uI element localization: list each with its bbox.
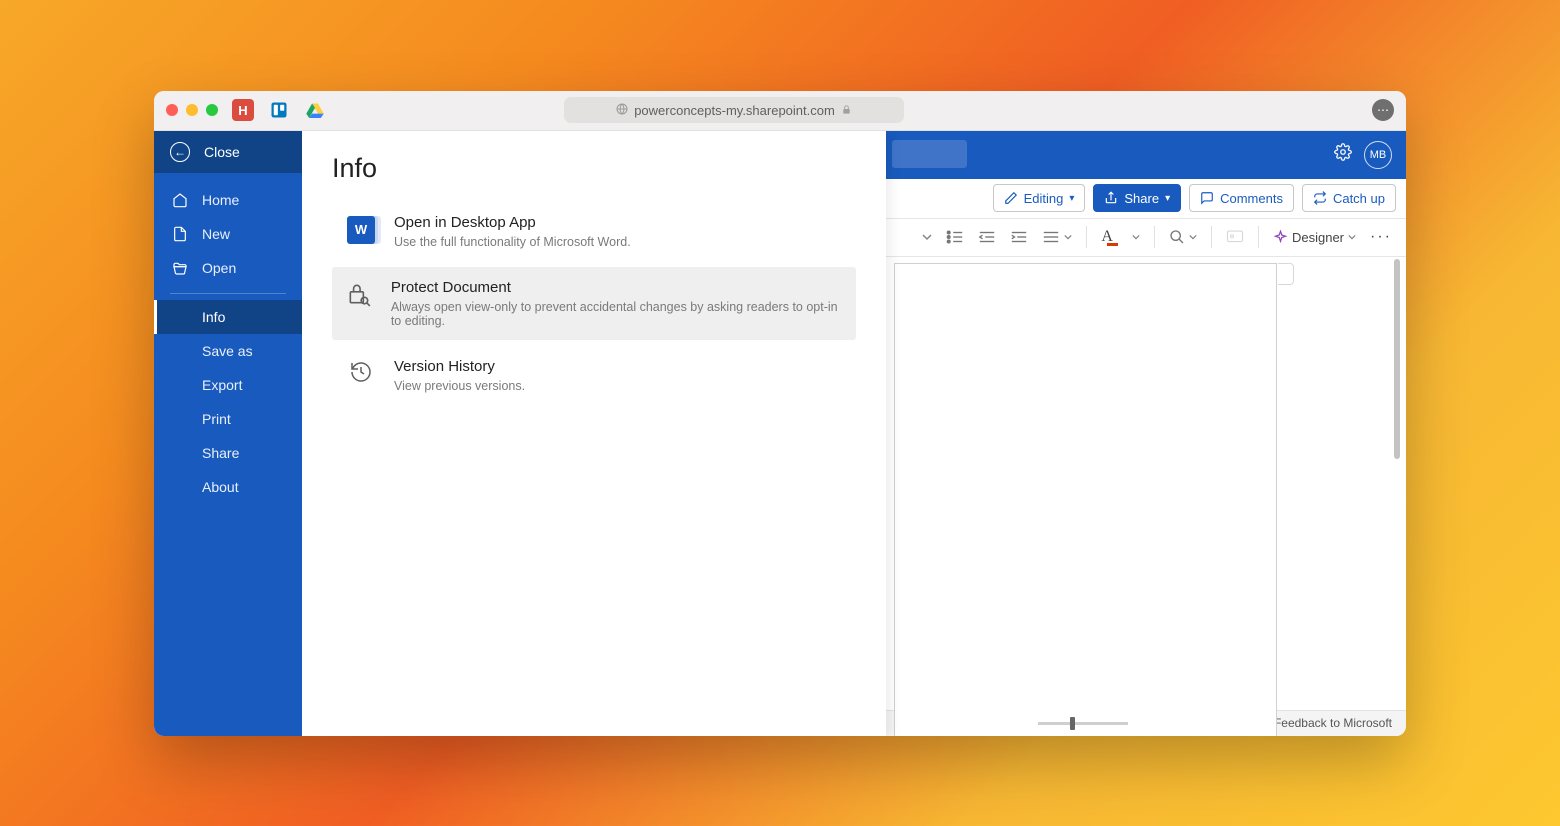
protect-document-card[interactable]: Protect Document Always open view-only t… <box>332 267 856 340</box>
ruler-tab[interactable] <box>1278 263 1294 285</box>
document-page[interactable] <box>894 263 1277 736</box>
nav-export[interactable]: Export <box>154 368 302 402</box>
url-text: powerconcepts-my.sharepoint.com <box>634 103 835 118</box>
backstage-content: Info W Open in Desktop App Use the full … <box>302 131 886 736</box>
nav-export-label: Export <box>202 377 242 393</box>
nav-open-label: Open <box>202 260 236 276</box>
nav-saveas-label: Save as <box>202 343 253 359</box>
nav-home[interactable]: Home <box>154 183 302 217</box>
designer-button[interactable]: Designer <box>1273 230 1356 245</box>
nav-save-as[interactable]: Save as <box>154 334 302 368</box>
nav-info-label: Info <box>202 309 225 325</box>
version-history-card[interactable]: Version History View previous versions. <box>332 346 856 405</box>
nav-separator <box>170 293 286 294</box>
backstage-panel: ← Close Home New Open <box>154 131 886 736</box>
history-desc: View previous versions. <box>394 379 525 393</box>
divider <box>1211 226 1212 248</box>
chevron-down-icon: ▾ <box>1069 193 1074 204</box>
history-icon <box>346 358 376 384</box>
comments-button[interactable]: Comments <box>1189 184 1294 212</box>
comments-label: Comments <box>1220 191 1283 206</box>
nav-home-label: Home <box>202 192 239 208</box>
page-actions-button[interactable]: ⋯ <box>1372 99 1394 121</box>
align-icon[interactable] <box>1042 229 1072 245</box>
open-desktop-desc: Use the full functionality of Microsoft … <box>394 235 631 249</box>
share-button[interactable]: Share ▾ <box>1093 184 1181 212</box>
history-title: Version History <box>394 358 525 375</box>
nav-new-label: New <box>202 226 230 242</box>
browser-toolbar: H powerconcepts-my.sharepoint.com ⋯ <box>154 91 1406 131</box>
zoom-slider[interactable] <box>1038 722 1128 725</box>
find-icon[interactable] <box>1169 229 1197 245</box>
catch-up-button[interactable]: Catch up <box>1302 184 1396 212</box>
nav-share-label: Share <box>202 445 239 461</box>
extension-drive-icon[interactable] <box>304 99 326 121</box>
file-icon <box>172 226 188 242</box>
nav-about-label: About <box>202 479 239 495</box>
safari-window: H powerconcepts-my.sharepoint.com ⋯ <box>154 91 1406 736</box>
lock-icon <box>841 103 852 118</box>
open-in-desktop-card[interactable]: W Open in Desktop App Use the full funct… <box>332 202 856 261</box>
extension-icon-h[interactable]: H <box>232 99 254 121</box>
divider <box>1258 226 1259 248</box>
nav-print[interactable]: Print <box>154 402 302 436</box>
word-app-icon: W <box>346 214 376 244</box>
more-icon[interactable]: ··· <box>1370 228 1392 246</box>
user-avatar[interactable]: MB <box>1364 141 1392 169</box>
backstage-close-button[interactable]: ← Close <box>154 131 302 173</box>
dictate-icon[interactable] <box>1226 229 1244 245</box>
share-label: Share <box>1124 191 1159 206</box>
designer-label: Designer <box>1292 230 1344 245</box>
editing-label: Editing <box>1024 191 1064 206</box>
nav-open[interactable]: Open <box>154 251 302 285</box>
home-icon <box>172 192 188 208</box>
address-bar[interactable]: powerconcepts-my.sharepoint.com <box>564 97 904 123</box>
gear-icon[interactable] <box>1334 143 1352 166</box>
divider <box>1086 226 1087 248</box>
vertical-scrollbar[interactable] <box>1394 259 1400 459</box>
document-title-field[interactable] <box>892 140 967 168</box>
lock-search-icon <box>346 279 373 307</box>
word-online-app: MB Editing ▾ Share ▾ Comment <box>154 131 1406 736</box>
protect-desc: Always open view-only to prevent acciden… <box>391 300 842 328</box>
window-minimize-button[interactable] <box>186 104 198 116</box>
chevron-down-icon[interactable] <box>922 232 932 242</box>
extension-trello-icon[interactable] <box>268 99 290 121</box>
bullets-icon[interactable] <box>946 229 964 245</box>
nav-about[interactable]: About <box>154 470 302 504</box>
globe-icon <box>616 103 628 118</box>
font-color-icon[interactable]: A <box>1101 228 1140 246</box>
indent-increase-icon[interactable] <box>1010 229 1028 245</box>
macos-desktop: H powerconcepts-my.sharepoint.com ⋯ <box>0 0 1560 826</box>
backstage-sidebar: ← Close Home New Open <box>154 131 302 736</box>
window-maximize-button[interactable] <box>206 104 218 116</box>
page-title: Info <box>332 153 856 184</box>
editing-mode-button[interactable]: Editing ▾ <box>993 184 1086 212</box>
nav-print-label: Print <box>202 411 231 427</box>
indent-decrease-icon[interactable] <box>978 229 996 245</box>
protect-title: Protect Document <box>391 279 842 296</box>
folder-open-icon <box>172 260 188 276</box>
nav-share[interactable]: Share <box>154 436 302 470</box>
catch-up-label: Catch up <box>1333 191 1385 206</box>
divider <box>1154 226 1155 248</box>
nav-new[interactable]: New <box>154 217 302 251</box>
open-desktop-title: Open in Desktop App <box>394 214 631 231</box>
window-close-button[interactable] <box>166 104 178 116</box>
back-arrow-icon: ← <box>170 142 190 162</box>
chevron-down-icon: ▾ <box>1165 193 1170 204</box>
close-label: Close <box>204 144 240 160</box>
nav-info[interactable]: Info <box>154 300 302 334</box>
